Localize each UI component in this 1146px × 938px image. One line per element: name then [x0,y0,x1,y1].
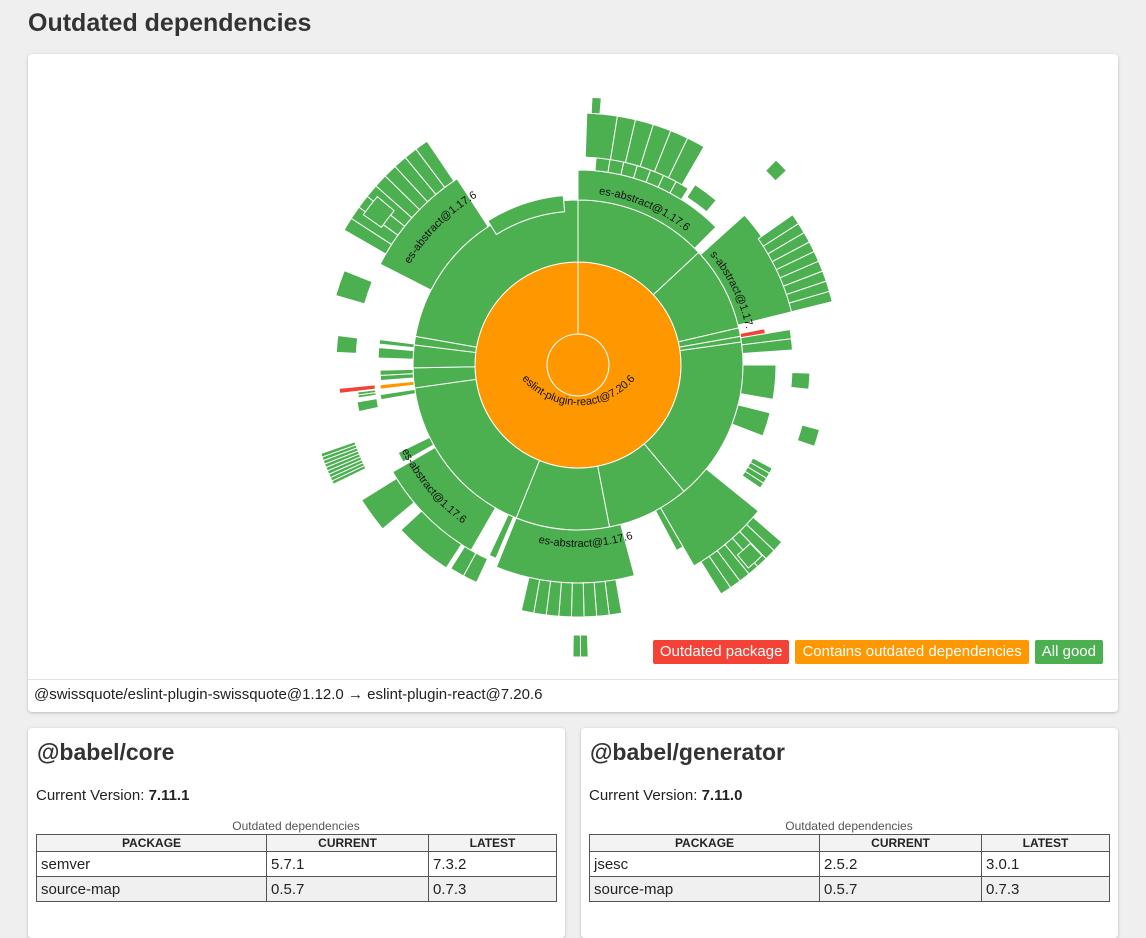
table-row: semver 5.7.1 7.3.2 [36,851,557,877]
cell-latest: 7.3.2 [428,851,557,877]
sunburst-segment[interactable] [570,582,585,618]
sunburst-segment[interactable] [335,269,373,305]
package-title: @babel/generator [590,739,785,765]
column-header-latest: LATEST [428,834,557,852]
sunburst-segment[interactable] [378,339,415,349]
version-value: 7.11.1 [148,787,190,804]
cell-current: 0.5.7 [266,876,429,902]
column-header-package: PACKAGE [36,834,267,852]
table-row: source-map 0.5.7 0.7.3 [36,876,557,902]
table-caption: Outdated dependencies [232,819,360,833]
cell-current: 2.5.2 [819,851,982,877]
cell-latest: 0.7.3 [428,876,557,902]
package-card-babel-generator: @babel/generator Current Version: 7.11.0… [581,728,1118,938]
sunburst-segment[interactable] [796,424,821,448]
table-row: source-map 0.5.7 0.7.3 [589,876,1110,902]
outdated-table: PACKAGE CURRENT LATEST jsesc 2.5.2 3.0.1… [589,834,1110,902]
current-version: Current Version: 7.11.1 [36,787,190,804]
legend-outdated: Outdated package [652,640,790,664]
cell-package: source-map [589,876,820,902]
breadcrumb: @swissquote/eslint-plugin-swissquote@1.1… [28,679,1118,712]
sunburst-segment[interactable] [335,334,359,354]
cell-package: jsesc [589,851,820,877]
table-caption: Outdated dependencies [785,819,913,833]
legend-contains-outdated: Contains outdated dependencies [795,640,1029,664]
table-row: jsesc 2.5.2 3.0.1 [589,851,1110,877]
sunburst-chart[interactable]: eslint-plugin-react@7.20.6 es-abstract@1… [28,54,1118,679]
sunburst-segment[interactable] [790,371,811,390]
legend: Outdated package Contains outdated depen… [652,640,1103,664]
sunburst-segment[interactable] [590,96,602,115]
cell-latest: 3.0.1 [981,851,1110,877]
sunburst-segment[interactable] [356,398,380,413]
sunburst-segment[interactable] [377,347,415,360]
sunburst-segment[interactable] [379,380,415,390]
cell-current: 5.7.1 [266,851,429,877]
cell-current: 0.5.7 [819,876,982,902]
sunburst-segment[interactable] [739,364,777,400]
sunburst-segment[interactable] [379,388,417,401]
legend-all-good: All good [1034,640,1103,664]
sunburst-card: eslint-plugin-react@7.20.6 es-abstract@1… [28,54,1118,712]
column-header-current: CURRENT [819,834,982,852]
outdated-table: PACKAGE CURRENT LATEST semver 5.7.1 7.3.… [36,834,557,902]
sunburst-segment[interactable] [582,581,598,618]
package-title: @babel/core [37,739,175,765]
cell-package: semver [36,851,267,877]
version-value: 7.11.0 [701,787,743,804]
cell-latest: 0.7.3 [981,876,1110,902]
current-version: Current Version: 7.11.0 [589,787,743,804]
sunburst-segment[interactable] [731,404,771,437]
cell-package: source-map [36,876,267,902]
sunburst-segment[interactable] [594,157,611,173]
page-title: Outdated dependencies [28,9,312,37]
column-header-current: CURRENT [266,834,429,852]
sunburst-segment[interactable] [572,634,582,658]
package-card-babel-core: @babel/core Current Version: 7.11.1 Outd… [28,728,565,938]
sunburst-segment[interactable] [579,634,589,658]
column-header-latest: LATEST [981,834,1110,852]
column-header-package: PACKAGE [589,834,820,852]
sunburst-segment[interactable] [764,159,788,182]
